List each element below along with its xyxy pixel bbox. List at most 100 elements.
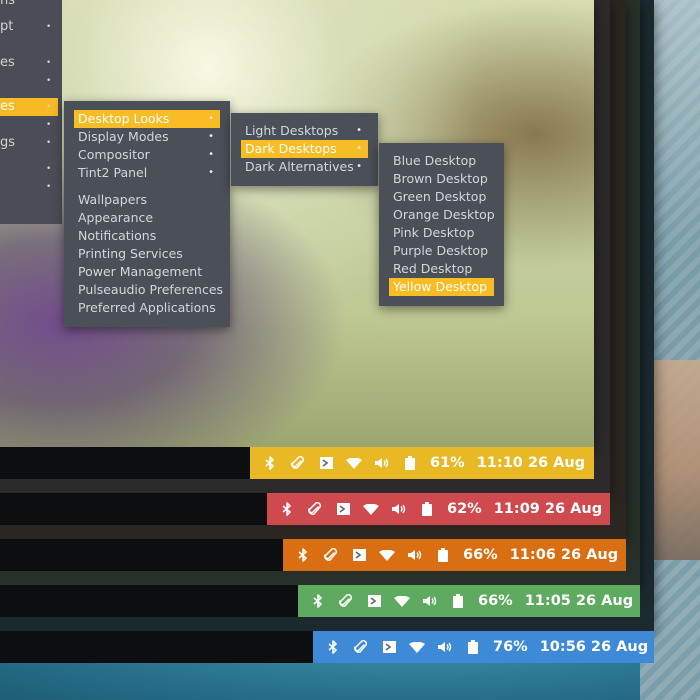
taskbar[interactable]: [0, 447, 250, 479]
battery-icon[interactable]: [419, 501, 435, 517]
volume-icon[interactable]: [374, 455, 390, 471]
wifi-icon[interactable]: [409, 639, 425, 655]
paperclip-icon[interactable]: [353, 639, 369, 655]
menu-item-label: Appearance: [78, 210, 154, 225]
submenu-indicator-icon: •: [208, 113, 214, 124]
clock[interactable]: 11:05 26 Aug: [525, 593, 633, 609]
menu-item-label: Preferred Applications: [78, 300, 216, 315]
tint2-panel-blue: 76% 10:56 26 Aug: [0, 631, 654, 663]
terminal-icon[interactable]: [335, 501, 351, 517]
system-tray: 66% 11:06 26 Aug: [283, 539, 626, 571]
terminal-icon[interactable]: [351, 547, 367, 563]
menu-item-printing-services[interactable]: Printing Services: [74, 245, 220, 263]
menu-item-label: Purple Desktop: [393, 243, 489, 258]
menu-item-blue-desktop[interactable]: Blue Desktop: [389, 152, 494, 170]
tint2-panel-orange: 66% 11:06 26 Aug: [0, 539, 626, 571]
battery-percentage: 62%: [447, 501, 482, 517]
tint2-panel-yellow: 61% 11:10 26 Aug: [0, 447, 594, 479]
paperclip-icon[interactable]: [290, 455, 306, 471]
menu-item-preferred-applications[interactable]: Preferred Applications: [74, 299, 220, 317]
bluetooth-icon[interactable]: [310, 593, 326, 609]
terminal-icon[interactable]: [366, 593, 382, 609]
clock[interactable]: 11:06 26 Aug: [510, 547, 618, 563]
clock[interactable]: 11:10 26 Aug: [477, 455, 585, 471]
menu-item-label: Wallpapers: [78, 192, 148, 207]
terminal-icon[interactable]: [318, 455, 334, 471]
menu-item-label: Pulseaudio Preferences: [78, 282, 224, 297]
volume-icon[interactable]: [407, 547, 423, 563]
clock[interactable]: 11:09 26 Aug: [494, 501, 602, 517]
root-menu-item[interactable]: pt •: [0, 18, 58, 36]
menu-item-pulseaudio-preferences[interactable]: Pulseaudio Preferences: [74, 281, 224, 299]
taskbar[interactable]: [0, 631, 313, 663]
preferences-menu: Desktop Looks • Display Modes • Compositor • T…: [64, 101, 230, 327]
system-tray: 76% 10:56 26 Aug: [313, 631, 654, 663]
volume-icon[interactable]: [422, 593, 438, 609]
system-tray: 61% 11:10 26 Aug: [250, 447, 594, 479]
bluetooth-icon[interactable]: [279, 501, 295, 517]
menu-item-pink-desktop[interactable]: Pink Desktop: [389, 224, 494, 242]
root-menu-item[interactable]: ns: [0, 0, 58, 10]
wifi-icon[interactable]: [394, 593, 410, 609]
menu-item-brown-desktop[interactable]: Brown Desktop: [389, 170, 494, 188]
clock[interactable]: 10:56 26 Aug: [540, 639, 648, 655]
menu-item-orange-desktop[interactable]: Orange Desktop: [389, 206, 495, 224]
menu-item-compositor[interactable]: Compositor •: [74, 146, 220, 164]
root-menu-item[interactable]: gs •: [0, 134, 58, 152]
root-menu-item[interactable]: •: [0, 178, 58, 196]
root-menu-item-label: ns: [0, 0, 16, 8]
wifi-icon[interactable]: [363, 501, 379, 517]
battery-icon[interactable]: [435, 547, 451, 563]
menu-item-label: Printing Services: [78, 246, 183, 261]
battery-icon[interactable]: [402, 455, 418, 471]
menu-item-notifications[interactable]: Notifications: [74, 227, 220, 245]
volume-icon[interactable]: [391, 501, 407, 517]
menu-item-label: Display Modes: [78, 129, 169, 144]
desktop-looks-menu: Light Desktops • Dark Desktops • Dark Altern…: [231, 113, 378, 186]
menu-item-dark-alternatives[interactable]: Dark Alternatives •: [241, 158, 368, 176]
tint2-panel-green: 66% 11:05 26 Aug: [0, 585, 640, 617]
paperclip-icon[interactable]: [338, 593, 354, 609]
root-menu-item[interactable]: •: [0, 160, 58, 178]
volume-icon[interactable]: [437, 639, 453, 655]
battery-percentage: 66%: [478, 593, 513, 609]
menu-item-power-management[interactable]: Power Management: [74, 263, 220, 281]
paperclip-icon[interactable]: [307, 501, 323, 517]
menu-item-appearance[interactable]: Appearance: [74, 209, 220, 227]
bluetooth-icon[interactable]: [262, 455, 278, 471]
paperclip-icon[interactable]: [323, 547, 339, 563]
menu-item-red-desktop[interactable]: Red Desktop: [389, 260, 494, 278]
bluetooth-icon[interactable]: [325, 639, 341, 655]
root-menu: ns pt • es • • es • • gs • • •: [0, 0, 62, 224]
menu-item-dark-desktops[interactable]: Dark Desktops •: [241, 140, 368, 158]
submenu-indicator-icon: •: [356, 161, 362, 172]
taskbar[interactable]: [0, 493, 267, 525]
root-menu-item[interactable]: es •: [0, 54, 58, 72]
battery-icon[interactable]: [450, 593, 466, 609]
submenu-indicator-icon: •: [208, 131, 214, 142]
root-menu-item-label: es: [0, 55, 15, 70]
menu-item-display-modes[interactable]: Display Modes •: [74, 128, 220, 146]
root-menu-item-label: pt: [0, 19, 14, 34]
menu-item-purple-desktop[interactable]: Purple Desktop: [389, 242, 494, 260]
taskbar[interactable]: [0, 539, 283, 571]
menu-item-wallpapers[interactable]: Wallpapers: [74, 191, 220, 209]
submenu-indicator-icon: •: [46, 76, 52, 86]
wifi-icon[interactable]: [346, 455, 362, 471]
menu-item-desktop-looks[interactable]: Desktop Looks •: [74, 110, 220, 128]
taskbar[interactable]: [0, 585, 298, 617]
submenu-indicator-icon: •: [46, 120, 52, 130]
root-menu-item[interactable]: •: [0, 116, 58, 134]
menu-item-yellow-desktop[interactable]: Yellow Desktop: [389, 278, 494, 296]
bluetooth-icon[interactable]: [295, 547, 311, 563]
battery-icon[interactable]: [465, 639, 481, 655]
menu-item-green-desktop[interactable]: Green Desktop: [389, 188, 494, 206]
terminal-icon[interactable]: [381, 639, 397, 655]
root-menu-item[interactable]: •: [0, 72, 58, 90]
menu-item-light-desktops[interactable]: Light Desktops •: [241, 122, 368, 140]
wifi-icon[interactable]: [379, 547, 395, 563]
root-menu-item-label: es: [0, 99, 15, 114]
root-menu-item[interactable]: es •: [0, 98, 58, 116]
submenu-indicator-icon: •: [46, 102, 52, 112]
menu-item-tint2-panel[interactable]: Tint2 Panel •: [74, 164, 220, 182]
